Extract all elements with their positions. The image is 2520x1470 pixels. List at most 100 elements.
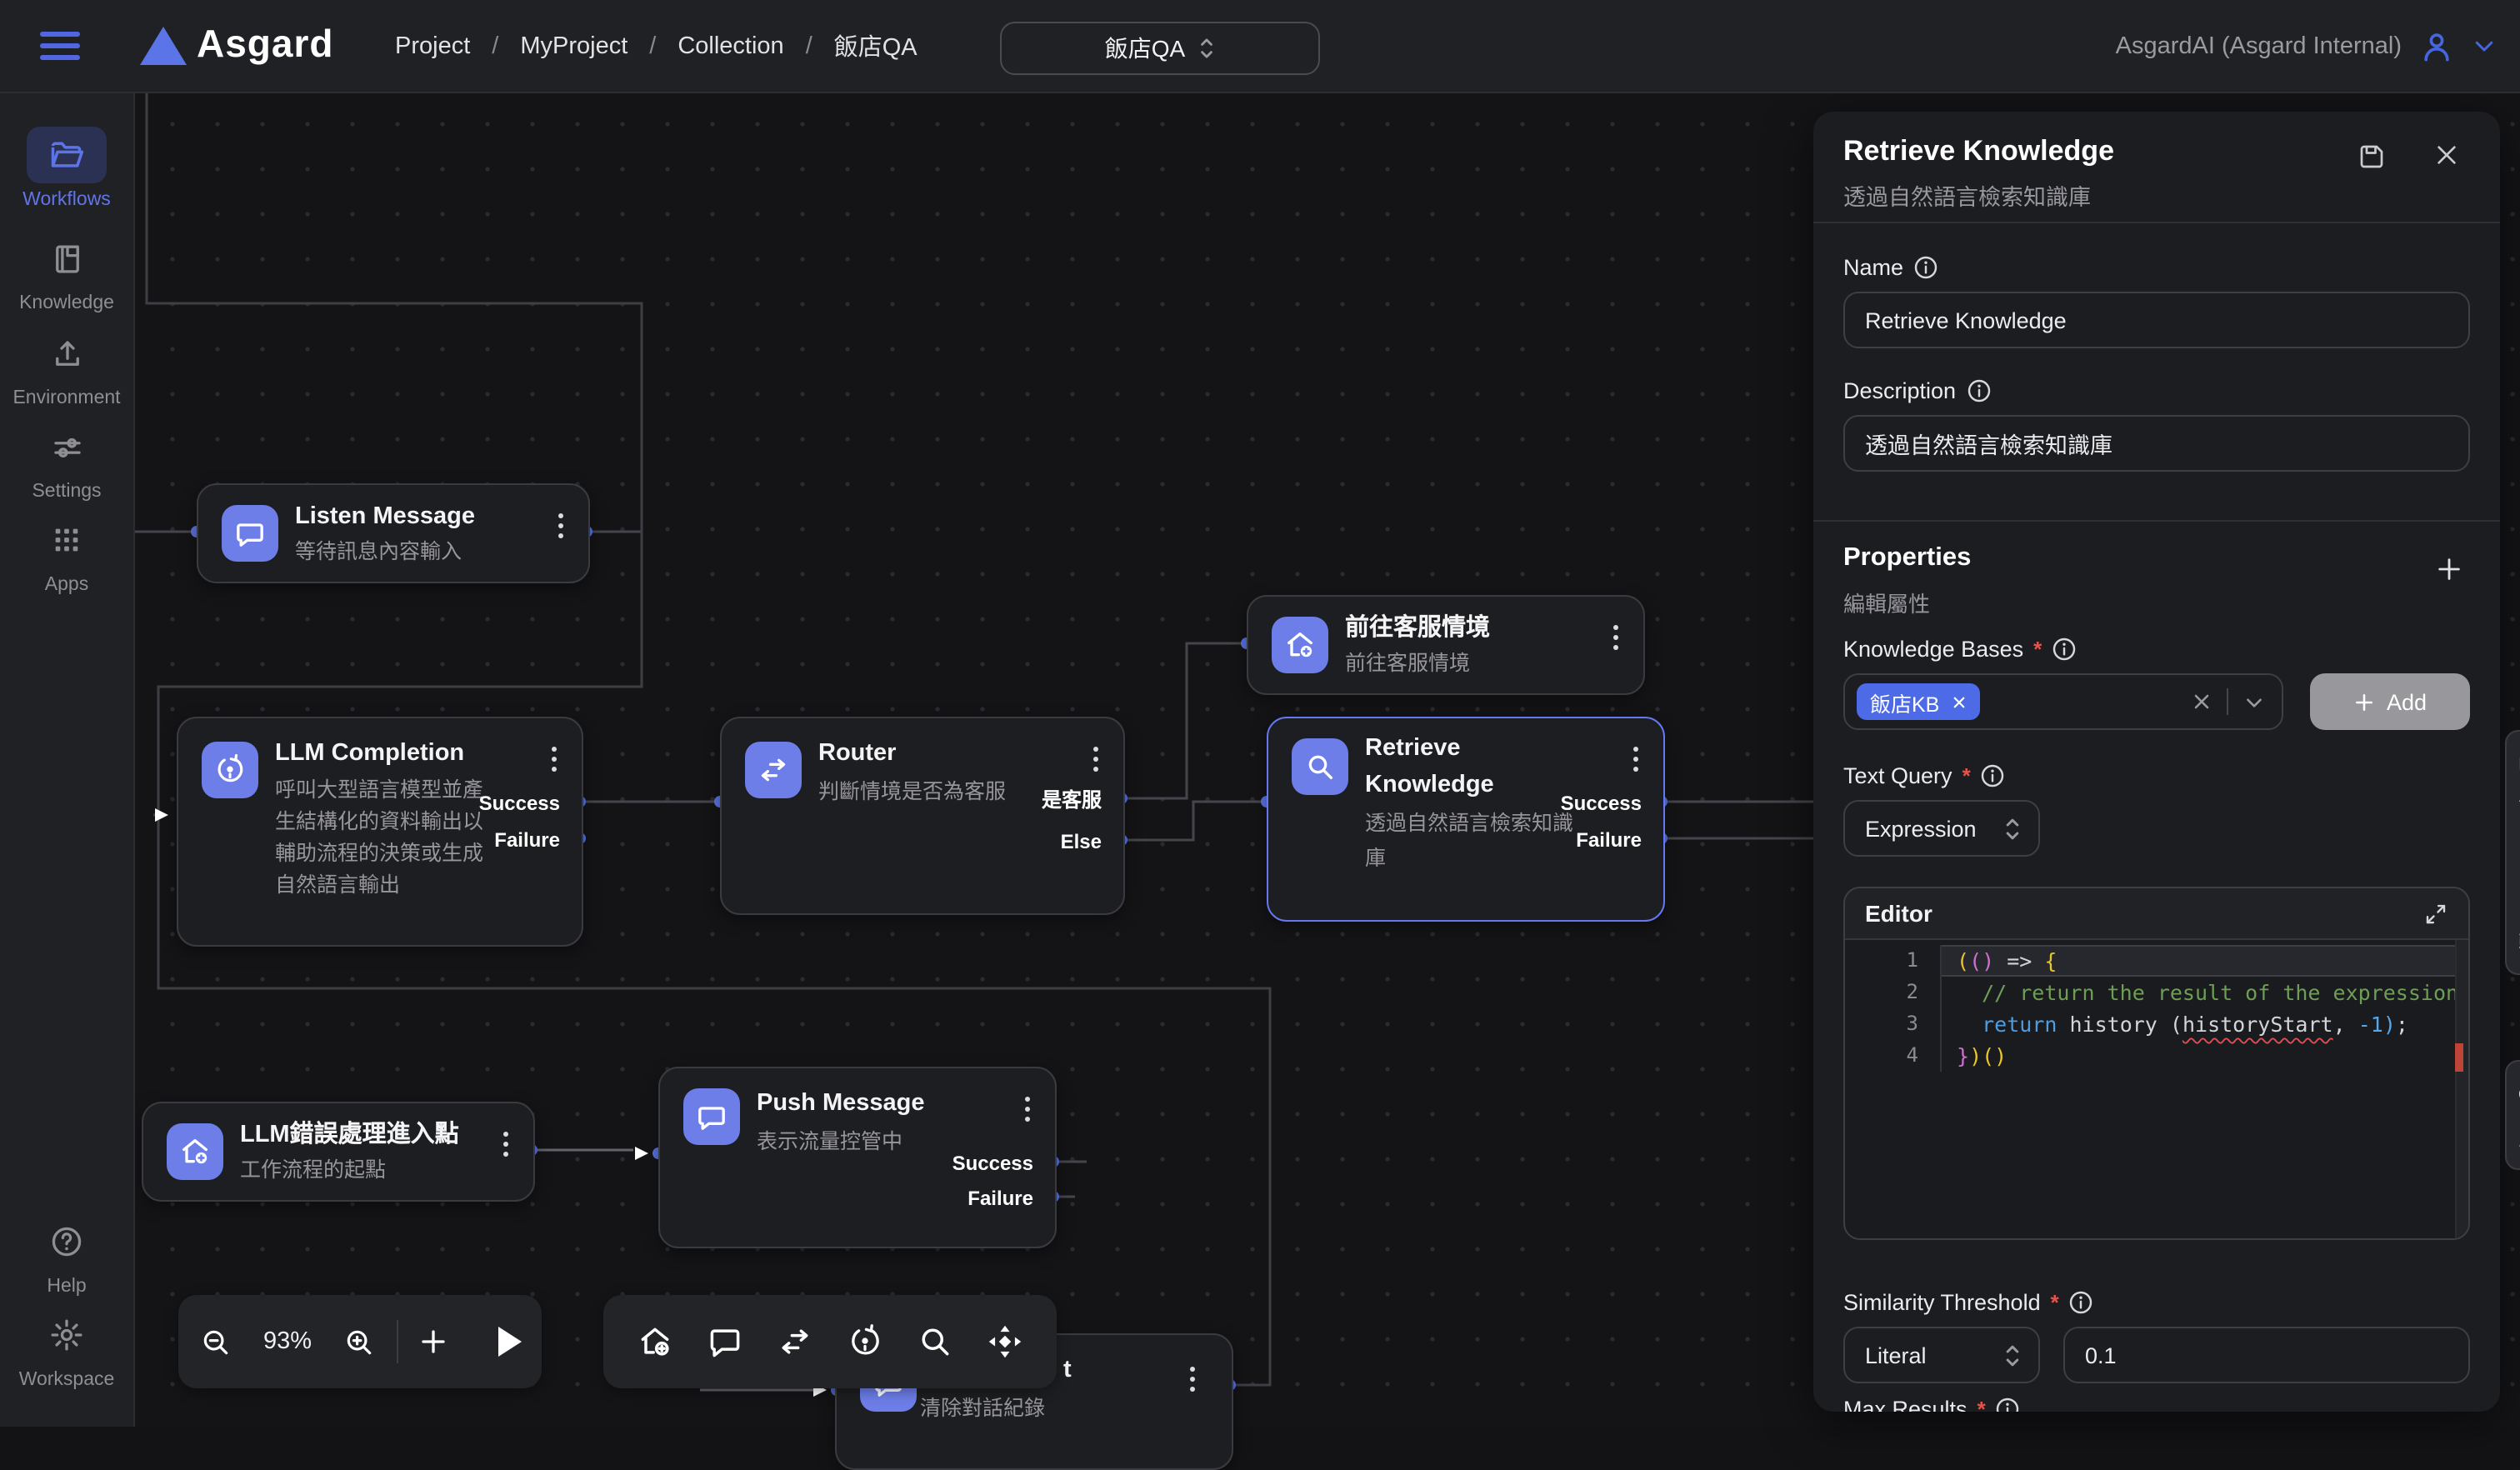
description-label-row: Description bbox=[1843, 378, 1991, 403]
node-desc: 清除對話紀錄 bbox=[920, 1392, 1045, 1425]
sidebar-item-label: Workflows bbox=[22, 190, 111, 210]
info-icon[interactable] bbox=[1996, 1397, 2021, 1412]
node-llm-completion[interactable]: LLM Completion 呼叫大型語言模型並產生結構化的資料輸出以輔助流程的… bbox=[177, 717, 583, 947]
zoom-in-button[interactable] bbox=[322, 1326, 397, 1358]
clipped-tooltip-fragment: e 定 bbox=[2505, 1060, 2520, 1170]
move-tool-icon[interactable] bbox=[987, 1323, 1023, 1360]
home-plus-tool-icon[interactable] bbox=[637, 1323, 673, 1360]
port-failure[interactable]: Failure bbox=[494, 827, 560, 853]
node-title: LLM錯誤處理進入點 bbox=[240, 1117, 459, 1153]
text-query-label: Text Query bbox=[1843, 763, 1952, 788]
node-menu-button[interactable] bbox=[500, 1128, 512, 1161]
info-icon[interactable] bbox=[1913, 255, 1938, 280]
sidebar-item-environment[interactable]: Environment bbox=[0, 325, 133, 408]
text-query-mode-select[interactable]: Expression bbox=[1843, 800, 2040, 857]
node-menu-button[interactable] bbox=[1090, 743, 1102, 776]
sidebar-item-settings[interactable]: Settings bbox=[0, 418, 133, 502]
description-label: Description bbox=[1843, 378, 1956, 403]
clear-select-icon[interactable] bbox=[2192, 692, 2212, 712]
remove-tag-icon[interactable] bbox=[1951, 694, 1966, 709]
node-error-entry[interactable]: LLM錯誤處理進入點 工作流程的起點 bbox=[142, 1102, 535, 1202]
name-input[interactable]: Retrieve Knowledge bbox=[1843, 292, 2470, 348]
breadcrumb-project[interactable]: Project bbox=[395, 32, 470, 59]
sidebar-item-knowledge[interactable]: Knowledge bbox=[0, 230, 133, 313]
save-icon[interactable] bbox=[2357, 142, 2387, 180]
chat-bubble-icon bbox=[222, 505, 278, 562]
port-failure[interactable]: Failure bbox=[968, 1185, 1033, 1212]
port-success[interactable]: Success bbox=[1561, 790, 1642, 817]
editor-scrollbar[interactable] bbox=[2455, 940, 2468, 1240]
sidebar-item-apps[interactable]: Apps bbox=[0, 512, 133, 595]
run-workflow-button[interactable] bbox=[470, 1327, 542, 1357]
port-failure[interactable]: Failure bbox=[1576, 827, 1642, 853]
sidebar-item-label: Settings bbox=[32, 482, 101, 502]
info-icon[interactable] bbox=[1966, 378, 1991, 403]
node-menu-button[interactable] bbox=[1610, 622, 1622, 654]
router-icon bbox=[745, 742, 802, 798]
node-menu-button[interactable] bbox=[555, 510, 567, 542]
breadcrumb-current[interactable]: 飯店QA bbox=[834, 28, 918, 63]
code-line: 2 // return the result of the expression bbox=[1845, 977, 2468, 1008]
asgard-logo-text[interactable]: Asgard bbox=[197, 22, 334, 67]
close-icon[interactable] bbox=[2433, 142, 2460, 177]
sidebar: Workflows Knowledge Environment Settings… bbox=[0, 92, 135, 1427]
workflow-selector[interactable]: 飯店QA bbox=[1000, 22, 1320, 75]
breadcrumb-collection[interactable]: Collection bbox=[678, 32, 783, 59]
node-desc: 表示流量控管中 bbox=[757, 1125, 902, 1158]
port-success[interactable]: Success bbox=[952, 1150, 1033, 1177]
text-query-label-row: Text Query * bbox=[1843, 763, 2006, 788]
user-icon[interactable] bbox=[2418, 28, 2455, 64]
chevron-down-icon[interactable] bbox=[2472, 33, 2497, 58]
node-retrieve-knowledge[interactable]: Retrieve Knowledge 透過自然語言檢索知識庫 Success F… bbox=[1267, 717, 1665, 922]
plus-icon bbox=[2353, 691, 2375, 712]
name-label-row: Name bbox=[1843, 255, 1938, 280]
add-node-button[interactable] bbox=[398, 1327, 470, 1357]
expression-editor[interactable]: Editor 1 (() => { 2 // return the result… bbox=[1843, 887, 2470, 1240]
llm-tool-icon[interactable] bbox=[847, 1323, 883, 1360]
node-push-message[interactable]: Push Message 表示流量控管中 Success Failure bbox=[658, 1067, 1057, 1248]
zoom-level: 93% bbox=[253, 1328, 322, 1355]
description-input[interactable]: 透過自然語言檢索知識庫 bbox=[1843, 415, 2470, 472]
router-tool-icon[interactable] bbox=[777, 1323, 813, 1360]
node-listen-message[interactable]: Listen Message 等待訊息內容輸入 bbox=[197, 483, 590, 583]
node-menu-button[interactable] bbox=[1187, 1363, 1198, 1396]
add-property-icon[interactable] bbox=[2435, 555, 2463, 592]
asgard-logo-icon[interactable] bbox=[140, 27, 187, 65]
home-plus-icon bbox=[167, 1123, 223, 1180]
info-icon[interactable] bbox=[2069, 1290, 2094, 1315]
required-asterisk: * bbox=[1962, 763, 1971, 788]
port-else[interactable]: Else bbox=[1061, 828, 1102, 855]
node-router[interactable]: Router 判斷情境是否為客服 是客服 Else bbox=[720, 717, 1125, 915]
expand-icon[interactable] bbox=[2423, 901, 2448, 926]
chevron-down-icon[interactable] bbox=[2243, 691, 2265, 712]
error-marker bbox=[2455, 1043, 2463, 1072]
port-success[interactable]: Success bbox=[479, 790, 560, 817]
select-divider bbox=[2227, 688, 2228, 715]
search-tool-icon[interactable] bbox=[917, 1323, 953, 1360]
sidebar-item-help[interactable]: Help bbox=[0, 1213, 133, 1297]
editor-body[interactable]: 1 (() => { 2 // return the result of the… bbox=[1845, 940, 2468, 1240]
menu-icon[interactable] bbox=[40, 32, 80, 60]
sidebar-item-workspace[interactable]: Workspace bbox=[0, 1307, 133, 1390]
add-kb-button[interactable]: Add bbox=[2310, 673, 2470, 730]
chat-tool-icon[interactable] bbox=[707, 1323, 743, 1360]
properties-heading: Properties bbox=[1843, 543, 1971, 573]
node-menu-button[interactable] bbox=[1022, 1093, 1033, 1126]
node-menu-button[interactable] bbox=[548, 743, 560, 776]
sidebar-item-label: Environment bbox=[12, 388, 120, 408]
port-is-service[interactable]: 是客服 bbox=[1042, 787, 1102, 813]
chevron-updown-icon bbox=[2003, 816, 2022, 841]
node-menu-button[interactable] bbox=[1630, 743, 1642, 776]
breadcrumb-myproject[interactable]: MyProject bbox=[520, 32, 628, 59]
similarity-mode-select[interactable]: Literal bbox=[1843, 1327, 2040, 1383]
similarity-value-input[interactable]: 0.1 bbox=[2063, 1327, 2470, 1383]
info-icon[interactable] bbox=[1981, 763, 2006, 788]
sidebar-item-workflows[interactable]: Workflows bbox=[0, 127, 133, 210]
knowledge-bases-select[interactable]: 飯店KB bbox=[1843, 673, 2283, 730]
info-icon[interactable] bbox=[2052, 637, 2077, 662]
zoom-out-button[interactable] bbox=[178, 1326, 253, 1358]
node-goto-service[interactable]: 前往客服情境 前往客服情境 bbox=[1247, 595, 1645, 695]
chevron-updown-icon bbox=[1198, 37, 1215, 60]
node-title: Push Message bbox=[757, 1085, 925, 1122]
kb-tag[interactable]: 飯店KB bbox=[1857, 683, 1979, 720]
